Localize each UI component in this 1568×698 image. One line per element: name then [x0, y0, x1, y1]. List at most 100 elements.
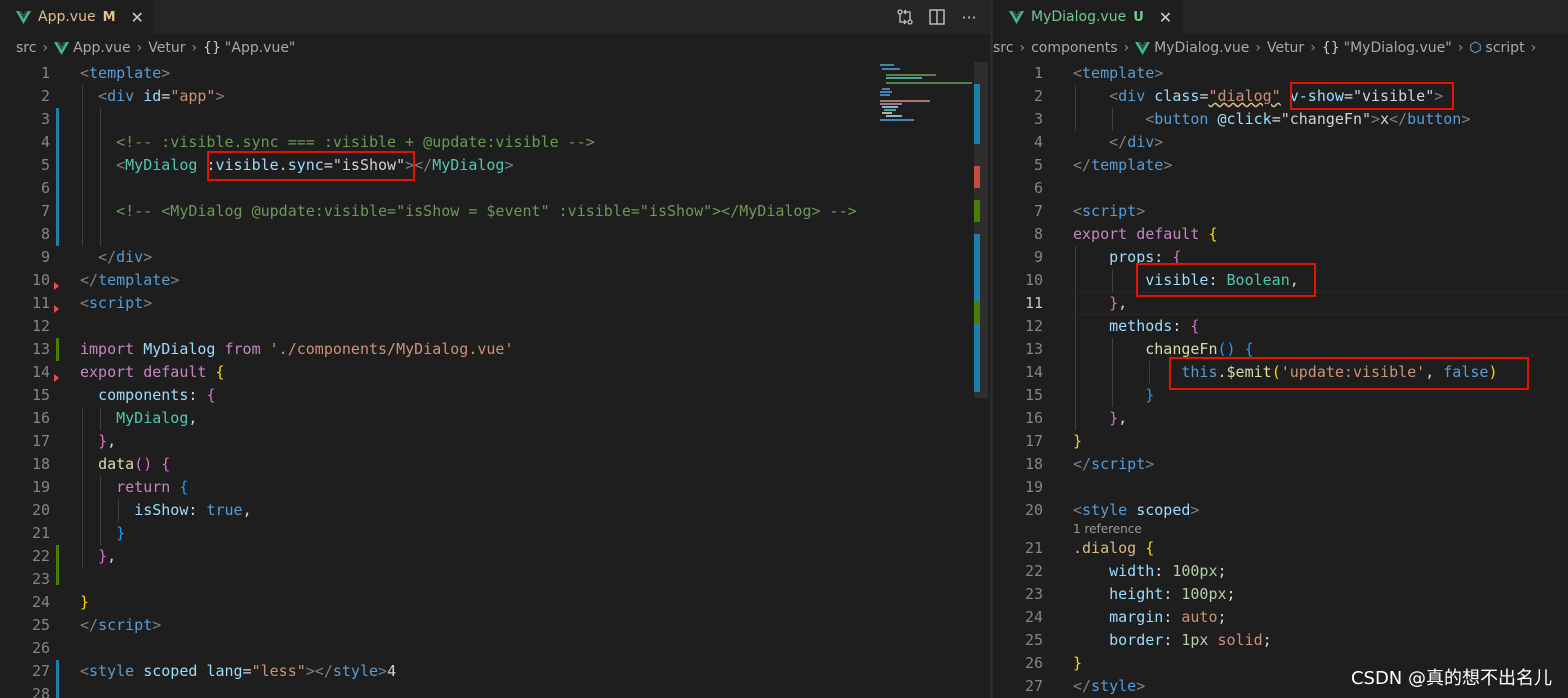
vertical-scrollbar[interactable]	[974, 62, 988, 698]
chevron-right-icon: ›	[42, 40, 49, 56]
minimap[interactable]	[878, 62, 976, 122]
code-line: 18 data() {	[31, 455, 171, 473]
code-line: 24}	[31, 593, 90, 611]
symbol-method-icon: ⬡	[1469, 40, 1482, 56]
code-line: 13 changeFn() {	[1024, 340, 1254, 358]
vue-file-icon	[16, 10, 31, 24]
code-editor-left[interactable]: 1 <template> 2 <div id="app"> 3 4 <!-- :v…	[0, 62, 990, 698]
code-line: 21 .dialog {	[1024, 539, 1155, 557]
code-line: 14 export default {	[31, 363, 225, 381]
breadcrumb-language[interactable]: Vetur	[148, 40, 185, 56]
code-line: 4 <!-- :visible.sync === :visible + @upd…	[40, 133, 595, 151]
code-line: 16 MyDialog,	[31, 409, 198, 427]
code-line: 17 },	[31, 432, 117, 450]
tab-bar-left: App.vue M ✕ ···	[0, 0, 990, 34]
code-line: 2 <div id="app">	[40, 87, 225, 105]
code-line: 5 </template>	[1033, 156, 1173, 174]
breadcrumb-language[interactable]: Vetur	[1267, 40, 1304, 56]
code-line: 22 },	[31, 547, 117, 565]
breadcrumb-file[interactable]: MyDialog.vue	[1154, 40, 1249, 56]
code-line: 9 </div>	[40, 248, 153, 266]
more-actions-icon[interactable]: ···	[960, 8, 978, 27]
chevron-right-icon: ›	[1310, 40, 1316, 56]
code-line: 25 border: 1px solid;	[1024, 631, 1272, 649]
vue-file-icon	[54, 41, 70, 55]
tab-untracked-badge: U	[1133, 9, 1144, 25]
code-line: 14 this.$emit('update:visible', false)	[1024, 363, 1498, 381]
code-line: 11 <script>	[31, 294, 153, 312]
tab-label: App.vue	[38, 9, 96, 25]
chevron-right-icon: ›	[1457, 40, 1464, 56]
chevron-right-icon: ›	[1255, 40, 1261, 56]
code-line: 27 <style scoped lang="less"></style>4	[31, 662, 397, 680]
code-line: 12	[31, 317, 50, 335]
code-line: 25 </script>	[31, 616, 162, 634]
tab-label: MyDialog.vue	[1031, 9, 1127, 25]
code-editor-right[interactable]: 1 <template> 2 <div class="dialog" v-show…	[993, 62, 1568, 698]
editor-pane-right: MyDialog.vue U ✕ src › components › MyDi…	[993, 0, 1568, 698]
code-line: 21 }	[31, 524, 126, 542]
codelens-references[interactable]: 1 reference	[1073, 519, 1142, 539]
chevron-right-icon: ›	[191, 40, 198, 56]
chevron-right-icon: ›	[1530, 40, 1537, 56]
code-line: 8	[40, 225, 50, 243]
code-line: 26	[31, 639, 50, 657]
tab-bar-right: MyDialog.vue U ✕	[993, 0, 1568, 34]
code-line: 7 <script>	[1033, 202, 1146, 220]
code-line: 12 methods: {	[1024, 317, 1200, 335]
code-line: 15 }	[1024, 386, 1155, 404]
chevron-right-icon: ›	[1123, 40, 1130, 56]
code-line: 23 height: 100px;	[1024, 585, 1236, 603]
chevron-right-icon: ›	[136, 40, 143, 56]
code-line: 17}	[1024, 432, 1083, 450]
code-line: 23	[31, 570, 50, 588]
code-line: 1 <template>	[40, 64, 171, 82]
code-line: 7 <!-- <MyDialog @update:visible="isShow…	[40, 202, 857, 220]
split-editor-icon[interactable]	[928, 8, 946, 26]
code-line: 6	[40, 179, 50, 197]
code-line: 13 import MyDialog from './components/MyD…	[31, 340, 514, 358]
chevron-right-icon: ›	[1019, 40, 1026, 56]
tab-app-vue[interactable]: App.vue M ✕	[0, 0, 155, 34]
code-line: 8 export default {	[1033, 225, 1218, 243]
code-line: 15 components: {	[31, 386, 216, 404]
code-line: 16 },	[1024, 409, 1128, 427]
breadcrumb: src › App.vue › Vetur › {} "App.vue"	[16, 36, 990, 60]
code-line: 19	[1024, 478, 1043, 496]
code-line: 18 </script>	[1024, 455, 1155, 473]
breadcrumb-folder[interactable]: src	[16, 40, 36, 56]
breadcrumb-symbol[interactable]: "MyDialog.vue"	[1344, 40, 1452, 56]
close-icon[interactable]: ✕	[131, 8, 144, 27]
breadcrumb: src › components › MyDialog.vue › Vetur …	[993, 36, 1568, 60]
watermark: CSDN @真的想不出名儿	[1350, 668, 1552, 689]
editor-actions: ···	[896, 0, 978, 34]
breadcrumb-symbol[interactable]: "App.vue"	[225, 40, 295, 56]
git-compare-icon[interactable]	[896, 8, 914, 26]
tab-modified-badge: M	[102, 9, 116, 25]
braces-icon: {}	[203, 40, 221, 56]
breadcrumb-folder[interactable]: src	[993, 40, 1013, 56]
code-line: 6	[1033, 179, 1043, 197]
code-line: 1 <template>	[1033, 64, 1164, 82]
code-line: 10 visible: Boolean,	[1024, 271, 1299, 289]
code-line: 19 return {	[31, 478, 189, 496]
vue-file-icon	[1135, 41, 1151, 55]
code-line: 28	[31, 685, 50, 698]
breadcrumb-file[interactable]: App.vue	[73, 40, 131, 56]
code-line: 22 width: 100px;	[1024, 562, 1227, 580]
code-line: 20 isShow: true,	[31, 501, 252, 519]
breadcrumb-section[interactable]: script	[1486, 40, 1525, 56]
code-line: 4 </div>	[1033, 133, 1164, 151]
code-line: 3 <button @click="changeFn">x</button>	[1033, 110, 1471, 128]
code-line: 2 <div class="dialog" v-show="visible">	[1033, 87, 1444, 105]
tab-mydialog-vue[interactable]: MyDialog.vue U ✕	[993, 0, 1184, 34]
code-line: 11 },	[1024, 294, 1128, 312]
code-line: 24 margin: auto;	[1024, 608, 1227, 626]
vue-file-icon	[1009, 10, 1024, 24]
breadcrumb-subfolder[interactable]: components	[1031, 40, 1118, 56]
close-icon[interactable]: ✕	[1159, 8, 1172, 27]
editor-pane-left: App.vue M ✕ ··· src › App.vue › Vetur › …	[0, 0, 990, 698]
code-line: 3	[40, 110, 50, 128]
code-line: 5 <MyDialog :visible.sync="isShow"></MyD…	[40, 156, 514, 174]
code-line: 10 </template>	[31, 271, 180, 289]
